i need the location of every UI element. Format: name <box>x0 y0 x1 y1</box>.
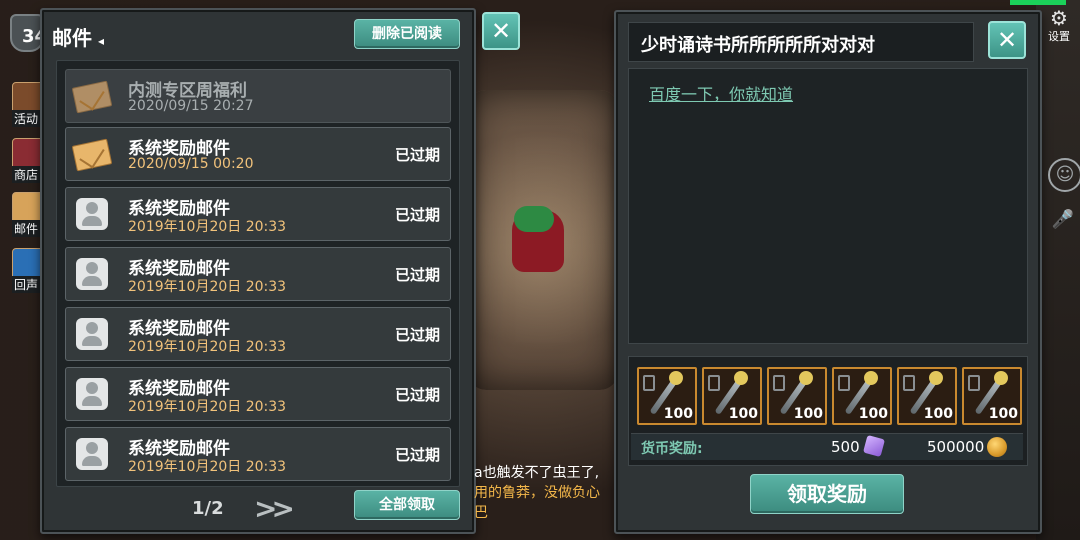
lock-icon <box>968 375 980 391</box>
reward-qty: 100 <box>988 406 1018 422</box>
user-icon <box>74 196 110 232</box>
mail-date: 2019年10月20日 20:33 <box>128 459 287 475</box>
diamond-amount: 500 <box>831 438 860 456</box>
user-icon <box>74 376 110 412</box>
mail-date: 2019年10月20日 20:33 <box>128 279 287 295</box>
lock-icon <box>838 375 850 391</box>
shop-label: 商店 <box>12 166 41 183</box>
microphone-icon[interactable]: 🎤 <box>1048 204 1078 236</box>
reward-qty: 100 <box>793 406 823 422</box>
lock-icon <box>773 375 785 391</box>
mail-panel-title: 邮件 ◂ <box>52 22 104 51</box>
staff-head-icon <box>994 371 1008 385</box>
mail-item[interactable]: 系统奖励邮件 2019年10月20日 20:33 已过期 <box>65 187 451 241</box>
mail-detail-panel: 少时诵诗书所所所所所对对对 百度一下，你就知道 100 100 100 100 <box>614 10 1042 534</box>
staff-head-icon <box>669 371 683 385</box>
page-indicator: 1/2 <box>192 498 224 519</box>
right-hud-strip <box>1036 0 1080 540</box>
player-character-hair <box>514 206 554 232</box>
staff-head-icon <box>864 371 878 385</box>
chat-line: 用的鲁莽，没做负心 <box>474 485 600 501</box>
reward-box: 100 100 100 100 100 100 货币奖励: 500 500000 <box>628 356 1028 466</box>
mail-status: 已过期 <box>394 386 440 404</box>
mail-item[interactable]: 系统奖励邮件 2020/09/15 00:20 已过期 <box>65 127 451 181</box>
detail-title: 少时诵诗书所所所所所对对对 <box>641 35 875 56</box>
reward-slot[interactable]: 100 <box>832 367 892 425</box>
reward-qty: 100 <box>923 406 953 422</box>
user-icon <box>74 436 110 472</box>
mail-date: 2019年10月20日 20:33 <box>128 399 287 415</box>
mail-status: 已过期 <box>394 146 440 164</box>
emoji-icon[interactable]: ☺ <box>1048 158 1080 192</box>
lock-icon <box>708 375 720 391</box>
activity-label: 活动 <box>12 110 41 127</box>
reward-qty: 100 <box>858 406 888 422</box>
reward-slot[interactable]: 100 <box>702 367 762 425</box>
diamond-icon <box>862 434 886 458</box>
staff-head-icon <box>929 371 943 385</box>
envelope-icon <box>71 136 113 172</box>
gold-coin-icon <box>987 437 1007 457</box>
mail-item[interactable]: 内测专区周福利 2020/09/15 20:27 <box>65 69 451 123</box>
echo-label: 回声 <box>12 276 41 293</box>
reward-qty: 100 <box>728 406 758 422</box>
mail-status: 已过期 <box>394 446 440 464</box>
left-hud: 34 活动 商店 邮件 回声 <box>0 0 47 540</box>
reward-slot[interactable]: 100 <box>767 367 827 425</box>
reward-slot[interactable]: 100 <box>637 367 697 425</box>
lock-icon <box>643 375 655 391</box>
chat-line: 巴 <box>474 505 488 521</box>
next-page-icon[interactable]: >> <box>254 492 295 525</box>
user-icon <box>74 256 110 292</box>
delete-read-button[interactable]: 删除已阅读 <box>354 19 460 49</box>
settings-label: 设置 <box>1048 30 1070 43</box>
claim-reward-button[interactable]: 领取奖励 <box>750 474 904 514</box>
gold-amount: 500000 <box>927 438 985 456</box>
signal-bar <box>1010 0 1066 5</box>
mail-list[interactable]: 内测专区周福利 2020/09/15 20:27 系统奖励邮件 2020/09/… <box>56 60 460 487</box>
mail-date: 2020/09/15 20:27 <box>128 98 254 114</box>
mail-panel: 邮件 ◂ 删除已阅读 内测专区周福利 2020/09/15 20:27 系统奖励邮… <box>40 8 476 534</box>
staff-head-icon <box>799 371 813 385</box>
user-icon <box>74 316 110 352</box>
reward-slot[interactable]: 100 <box>897 367 957 425</box>
mail-title-text: 邮件 <box>52 26 92 50</box>
title-arrow-icon: ◂ <box>98 34 105 48</box>
detail-body: 百度一下，你就知道 <box>628 68 1028 344</box>
mail-date: 2020/09/15 00:20 <box>128 156 254 172</box>
reward-qty: 100 <box>663 406 693 422</box>
chat-box[interactable]: a也触发不了虫王了, 用的鲁莽，没做负心 巴 <box>474 462 614 522</box>
close-mail-button[interactable]: ✕ <box>482 12 520 50</box>
claim-all-button[interactable]: 全部领取 <box>354 490 460 520</box>
mail-item[interactable]: 系统奖励邮件 2019年10月20日 20:33 已过期 <box>65 367 451 421</box>
envelope-icon <box>71 78 113 114</box>
reward-slot[interactable]: 100 <box>962 367 1022 425</box>
detail-body-link[interactable]: 百度一下，你就知道 <box>649 81 793 105</box>
mail-item[interactable]: 系统奖励邮件 2019年10月20日 20:33 已过期 <box>65 307 451 361</box>
chat-line: a也触发不了虫王了, <box>474 465 600 481</box>
currency-reward-row: 货币奖励: 500 500000 <box>631 433 1023 460</box>
mail-status: 已过期 <box>394 206 440 224</box>
mail-label: 邮件 <box>12 220 41 237</box>
mail-item[interactable]: 系统奖励邮件 2019年10月20日 20:33 已过期 <box>65 247 451 301</box>
lock-icon <box>903 375 915 391</box>
mail-status: 已过期 <box>394 326 440 344</box>
mail-status: 已过期 <box>394 266 440 284</box>
gear-icon: ⚙ <box>1050 6 1068 30</box>
settings-button[interactable]: ⚙ 设置 <box>1042 6 1076 43</box>
staff-head-icon <box>734 371 748 385</box>
mail-item[interactable]: 系统奖励邮件 2019年10月20日 20:33 已过期 <box>65 427 451 481</box>
close-detail-button[interactable]: ✕ <box>988 21 1026 59</box>
currency-label: 货币奖励: <box>641 441 703 457</box>
detail-title-box: 少时诵诗书所所所所所对对对 <box>628 22 974 62</box>
mail-date: 2019年10月20日 20:33 <box>128 339 287 355</box>
mail-date: 2019年10月20日 20:33 <box>128 219 287 235</box>
